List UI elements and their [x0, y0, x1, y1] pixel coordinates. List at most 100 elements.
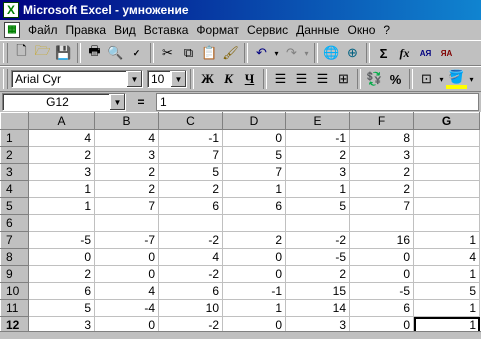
font-name-select[interactable]: Arial Cyr ▼ [11, 70, 143, 88]
menu-file[interactable]: Файл [24, 21, 62, 39]
cell-d12[interactable]: 0 [222, 316, 286, 331]
cell-g7[interactable]: 1 [413, 231, 480, 249]
menu-format[interactable]: Формат [192, 21, 243, 39]
cell-e8[interactable]: -5 [285, 248, 350, 266]
cell-f10[interactable]: -5 [349, 282, 414, 300]
cell-c11[interactable]: 10 [158, 299, 223, 317]
cell-e12[interactable]: 3 [285, 316, 350, 331]
row-header[interactable]: 4 [0, 180, 29, 198]
cell-f1[interactable]: 8 [349, 129, 414, 147]
cell-g10[interactable]: 5 [413, 282, 480, 300]
menu-view[interactable]: Вид [110, 21, 140, 39]
cell-c1[interactable]: -1 [158, 129, 223, 147]
cell-g6[interactable] [413, 214, 480, 232]
menu-help[interactable]: ? [379, 21, 394, 39]
cell-a9[interactable]: 2 [28, 265, 95, 283]
cell-e1[interactable]: -1 [285, 129, 350, 147]
cell-b1[interactable]: 4 [94, 129, 159, 147]
name-box[interactable]: G12 ▼ [2, 93, 126, 111]
row-header[interactable]: 8 [0, 248, 29, 266]
cell-b11[interactable]: -4 [94, 299, 159, 317]
save-icon[interactable]: 💾 [53, 43, 74, 64]
toolbar-grip[interactable] [3, 69, 8, 89]
cell-d4[interactable]: 1 [222, 180, 286, 198]
borders-icon[interactable]: ⊡ [416, 69, 437, 90]
font-size-select[interactable]: 10 ▼ [147, 70, 187, 88]
chevron-down-icon[interactable]: ▼ [126, 71, 142, 87]
insert-hyperlink-icon[interactable]: 🌐 [321, 43, 342, 64]
print-icon[interactable]: 🖶 [84, 43, 105, 64]
row-header[interactable]: 7 [0, 231, 29, 249]
cell-b3[interactable]: 2 [94, 163, 159, 181]
redo-icon[interactable]: ↷ [281, 43, 302, 64]
cell-c2[interactable]: 7 [158, 146, 223, 164]
cell-g12[interactable]: 1 [413, 316, 480, 331]
column-header-a[interactable]: A [28, 112, 95, 130]
cell-g1[interactable] [413, 129, 480, 147]
cell-d11[interactable]: 1 [222, 299, 286, 317]
cell-b2[interactable]: 3 [94, 146, 159, 164]
cell-c6[interactable] [158, 214, 223, 232]
cell-c12[interactable]: -2 [158, 316, 223, 331]
cell-f11[interactable]: 6 [349, 299, 414, 317]
cell-e10[interactable]: 15 [285, 282, 350, 300]
cell-d10[interactable]: -1 [222, 282, 286, 300]
spellcheck-icon[interactable]: ✓ [126, 43, 147, 64]
align-left-icon[interactable]: ☰ [270, 69, 291, 90]
cell-a3[interactable]: 3 [28, 163, 95, 181]
toolbar-grip[interactable] [3, 43, 8, 63]
cell-g5[interactable] [413, 197, 480, 215]
cell-d2[interactable]: 5 [222, 146, 286, 164]
row-header[interactable]: 5 [0, 197, 29, 215]
cell-c7[interactable]: -2 [158, 231, 223, 249]
row-header[interactable]: 12 [0, 316, 29, 331]
cell-f12[interactable]: 0 [349, 316, 414, 331]
format-painter-icon[interactable]: 🖌 [220, 43, 241, 64]
fill-color-icon[interactable]: 🪣 [446, 69, 467, 89]
cell-b12[interactable]: 0 [94, 316, 159, 331]
row-header[interactable]: 1 [0, 129, 29, 147]
copy-icon[interactable]: ⧉ [178, 43, 199, 64]
cell-b8[interactable]: 0 [94, 248, 159, 266]
align-right-icon[interactable]: ☰ [312, 69, 333, 90]
open-folder-icon[interactable]: 🗁 [32, 43, 53, 64]
column-header-d[interactable]: D [222, 112, 286, 130]
name-box-value[interactable]: G12 [3, 95, 109, 109]
underline-button[interactable]: Ч [239, 69, 260, 90]
menu-tools[interactable]: Сервис [243, 21, 292, 39]
cell-c10[interactable]: 6 [158, 282, 223, 300]
borders-dropdown-icon[interactable]: ▾ [437, 69, 446, 90]
cell-d5[interactable]: 6 [222, 197, 286, 215]
cell-f3[interactable]: 2 [349, 163, 414, 181]
merge-center-icon[interactable]: ⊞ [333, 69, 354, 90]
cell-d8[interactable]: 0 [222, 248, 286, 266]
cell-a6[interactable] [28, 214, 95, 232]
cell-g2[interactable] [413, 146, 480, 164]
column-header-c[interactable]: C [158, 112, 223, 130]
chevron-down-icon[interactable]: ▼ [170, 71, 186, 87]
web-toolbar-icon[interactable]: ⊕ [342, 43, 363, 64]
cell-f2[interactable]: 3 [349, 146, 414, 164]
cell-b9[interactable]: 0 [94, 265, 159, 283]
cell-b7[interactable]: -7 [94, 231, 159, 249]
cell-e7[interactable]: -2 [285, 231, 350, 249]
row-header[interactable]: 10 [0, 282, 29, 300]
undo-icon[interactable]: ↶ [251, 43, 272, 64]
bold-button[interactable]: Ж [197, 69, 218, 90]
cell-a1[interactable]: 4 [28, 129, 95, 147]
formula-input[interactable]: 1 [156, 93, 479, 111]
excel-app-icon[interactable]: X [3, 2, 19, 18]
row-header[interactable]: 3 [0, 163, 29, 181]
align-center-icon[interactable]: ☰ [291, 69, 312, 90]
cell-g11[interactable]: 1 [413, 299, 480, 317]
row-header[interactable]: 6 [0, 214, 29, 232]
redo-dropdown-icon[interactable]: ▾ [302, 43, 311, 64]
currency-icon[interactable]: 💱 [364, 69, 385, 90]
chevron-down-icon[interactable]: ▼ [109, 94, 125, 110]
column-header-g[interactable]: G [413, 112, 480, 130]
cell-f4[interactable]: 2 [349, 180, 414, 198]
cell-g3[interactable] [413, 163, 480, 181]
cell-a12[interactable]: 3 [28, 316, 95, 331]
cell-e2[interactable]: 2 [285, 146, 350, 164]
cell-b6[interactable] [94, 214, 159, 232]
